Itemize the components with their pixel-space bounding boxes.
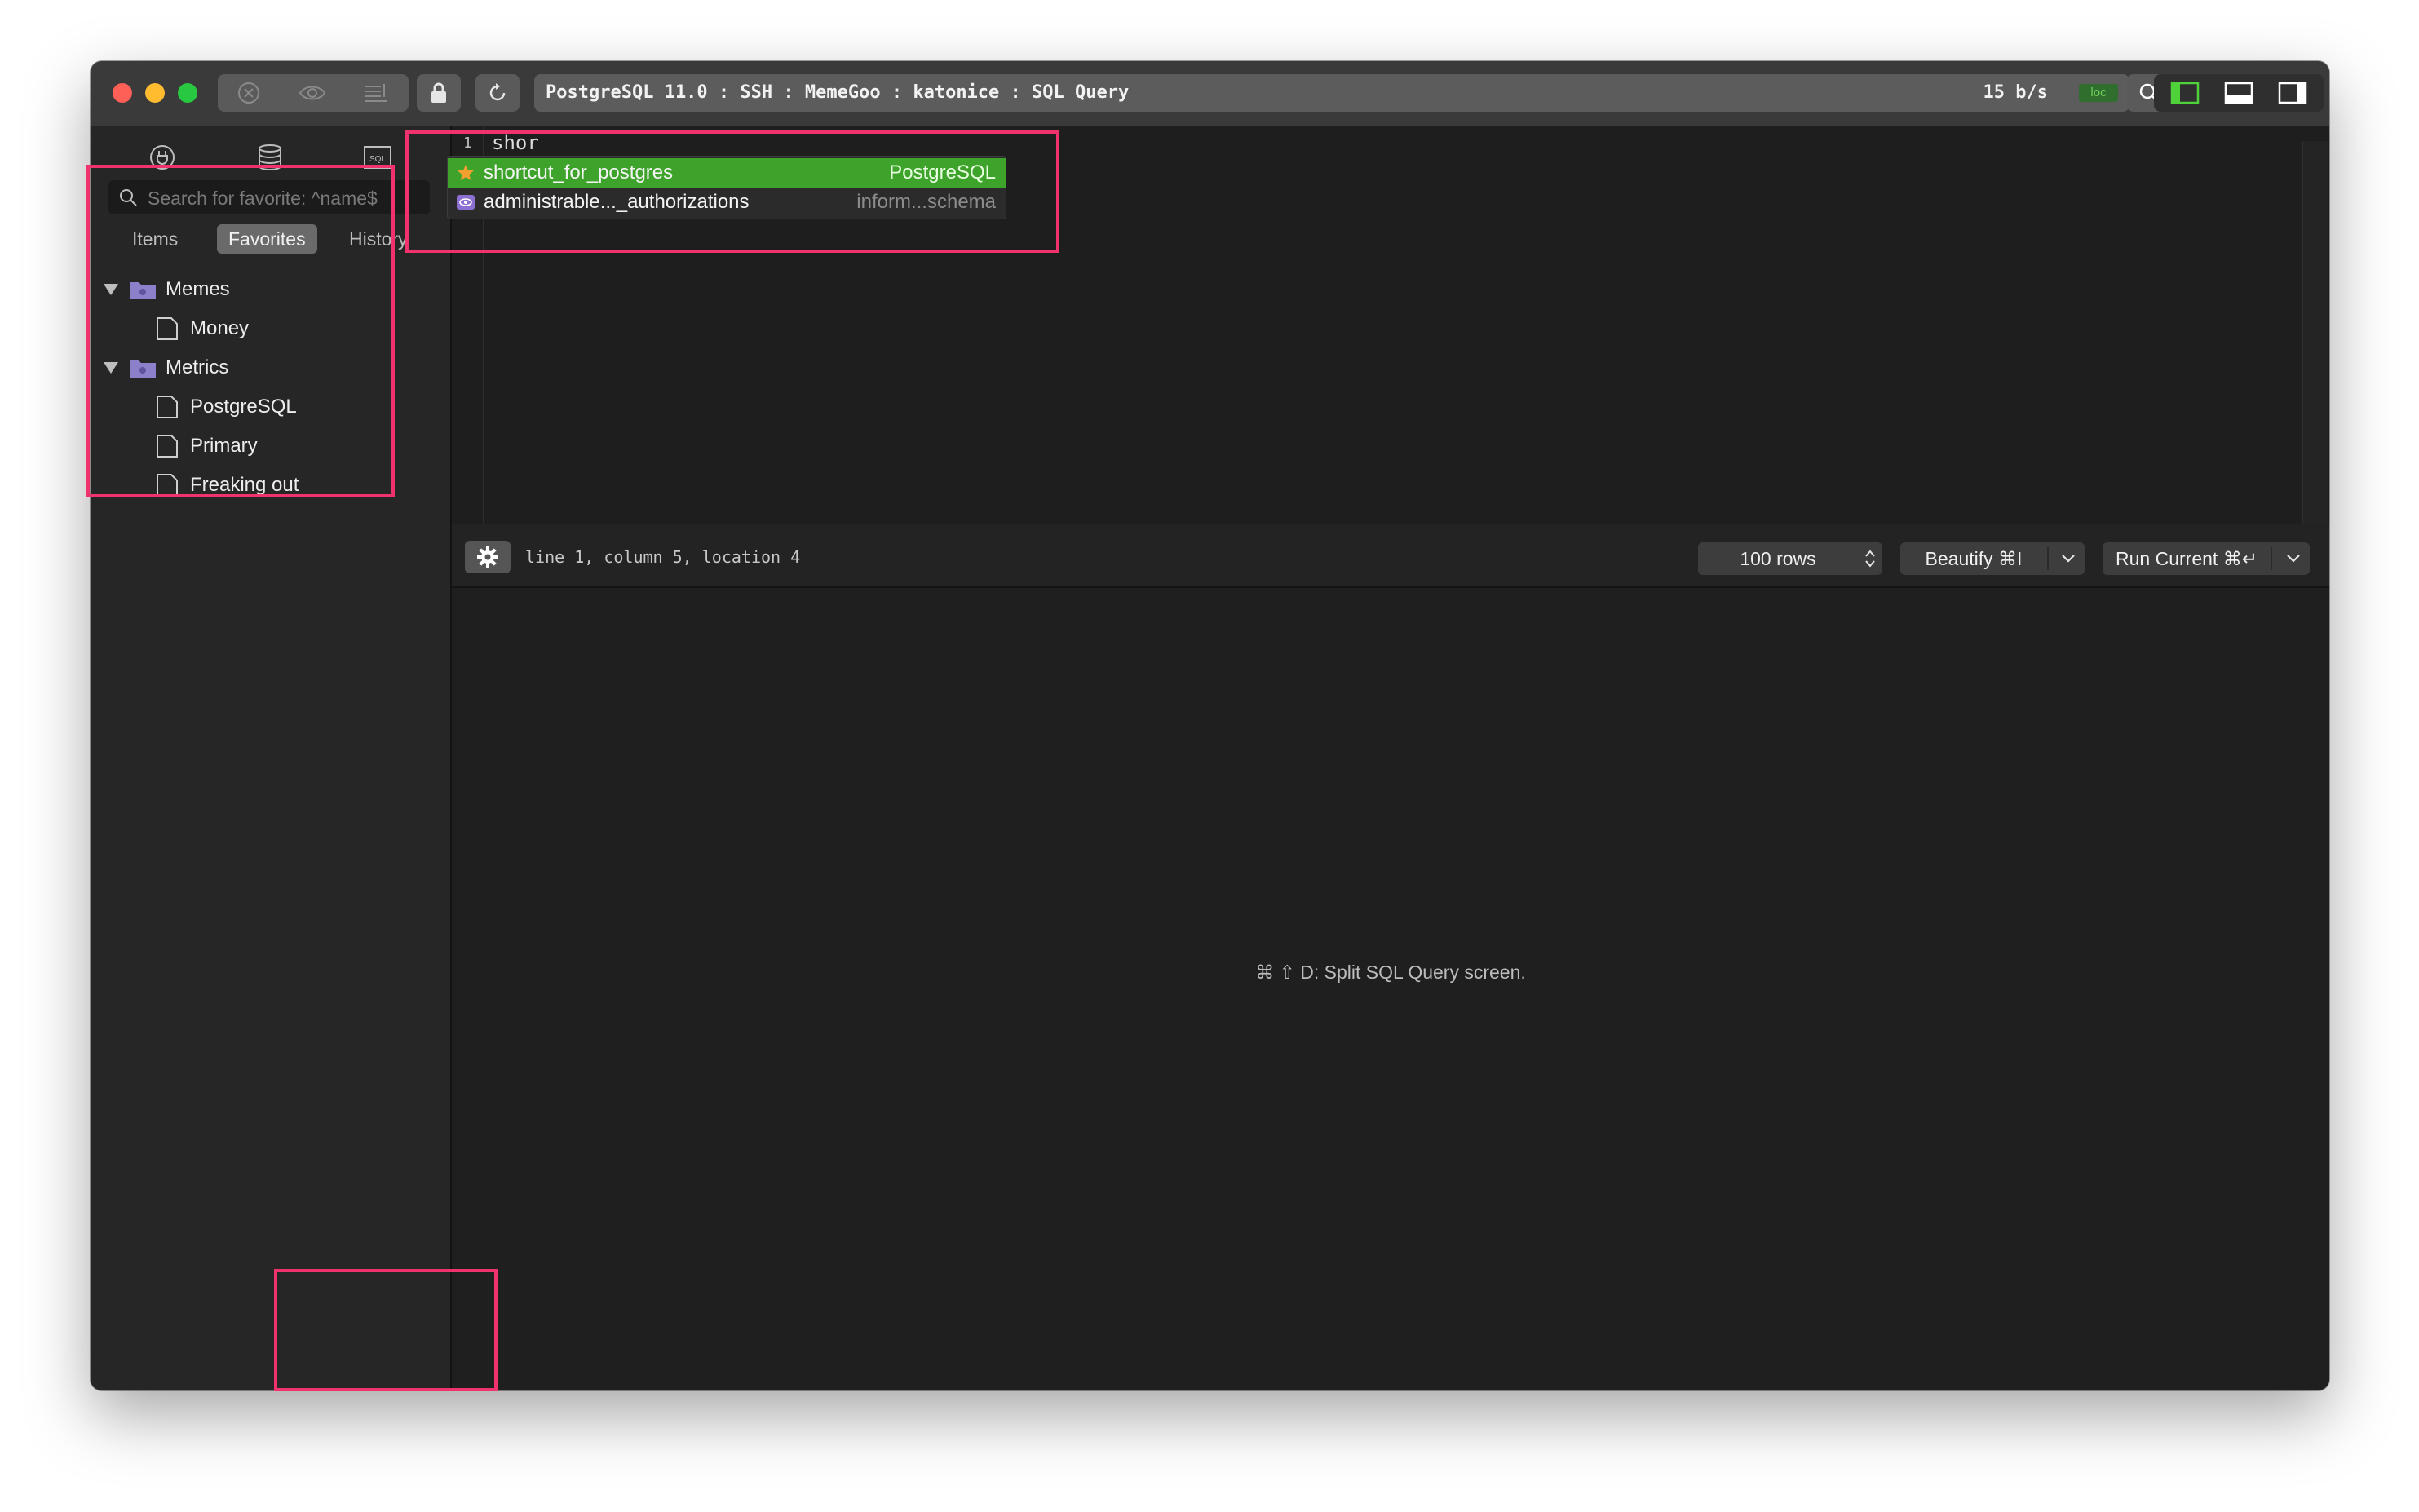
preview-button[interactable] bbox=[288, 74, 337, 112]
editor-scrollbar[interactable] bbox=[2302, 141, 2328, 533]
favorite-item[interactable]: Money bbox=[156, 311, 249, 347]
disclosure-triangle-icon[interactable] bbox=[104, 362, 118, 374]
favorite-folder[interactable]: Memes bbox=[104, 272, 230, 307]
favorite-label: Freaking out bbox=[190, 474, 299, 496]
refresh-button[interactable] bbox=[475, 74, 520, 112]
sql-editor[interactable]: 1 shor shortcut_for_postgres PostgreSQL … bbox=[447, 126, 2329, 591]
folder-label: Memes bbox=[166, 278, 230, 300]
right-panel-icon bbox=[2278, 82, 2307, 104]
file-icon bbox=[157, 435, 178, 458]
toolbar: PostgreSQL 11.0 : SSH : MemeGoo : katoni… bbox=[91, 61, 2329, 128]
favorites-search bbox=[108, 180, 430, 216]
chevron-down-icon[interactable] bbox=[2060, 552, 2076, 565]
autocomplete-item[interactable]: administrable..._authorizations inform..… bbox=[448, 188, 1006, 217]
favorite-label: PostgreSQL bbox=[190, 396, 297, 418]
stop-icon bbox=[238, 82, 259, 104]
star-icon bbox=[454, 161, 477, 184]
toggle-inspector-button[interactable] bbox=[2268, 74, 2317, 112]
sidebar: SQL Items Favorites History Memes Money … bbox=[91, 126, 452, 1390]
network-speed: 15 b/s bbox=[1983, 82, 2048, 103]
sql-file-icon: SQL bbox=[364, 146, 391, 169]
database-tab[interactable] bbox=[254, 141, 286, 174]
folder-label: Metrics bbox=[166, 356, 229, 378]
plug-icon bbox=[150, 145, 175, 170]
connection-address-bar[interactable]: PostgreSQL 11.0 : SSH : MemeGoo : katoni… bbox=[534, 74, 2129, 112]
sql-tab[interactable]: SQL bbox=[361, 141, 394, 174]
database-icon bbox=[259, 144, 281, 170]
connection-path: PostgreSQL 11.0 : SSH : MemeGoo : katoni… bbox=[546, 82, 1130, 103]
folder-icon bbox=[130, 360, 156, 378]
toggle-console-button[interactable] bbox=[2214, 74, 2263, 112]
eye-icon bbox=[299, 86, 326, 100]
favorites-search-input[interactable] bbox=[146, 180, 427, 216]
maximize-window-button[interactable] bbox=[178, 83, 197, 103]
app-window: PostgreSQL 11.0 : SSH : MemeGoo : katoni… bbox=[91, 61, 2329, 1390]
beautify-label: Beautify ⌘I bbox=[1925, 548, 2023, 569]
toggle-sidebar-button[interactable] bbox=[2160, 74, 2209, 112]
lock-button[interactable] bbox=[417, 74, 461, 112]
folder-icon bbox=[130, 282, 156, 299]
tab-items[interactable]: Items bbox=[121, 224, 189, 254]
chevron-down-icon[interactable] bbox=[2285, 552, 2302, 565]
file-icon bbox=[157, 317, 178, 340]
stop-button[interactable] bbox=[224, 74, 273, 112]
autocomplete-source: inform...schema bbox=[856, 191, 996, 213]
results-pane: ⌘ ⇧ D: Split SQL Query screen. bbox=[452, 588, 2329, 1390]
cursor-position: line 1, column 5, location 4 bbox=[525, 547, 801, 567]
autocomplete-source: PostgreSQL bbox=[889, 161, 996, 183]
left-panel-icon bbox=[2170, 82, 2200, 104]
split-screen-hint: ⌘ ⇧ D: Split SQL Query screen. bbox=[1255, 962, 1526, 983]
toolbar-action-group bbox=[218, 74, 409, 112]
file-icon bbox=[157, 396, 178, 418]
favorite-item[interactable]: Primary bbox=[156, 428, 258, 464]
connection-tab[interactable] bbox=[146, 141, 179, 174]
file-icon bbox=[157, 474, 178, 497]
row-limit-value: 100 rows bbox=[1740, 548, 1816, 569]
tab-history[interactable]: History bbox=[338, 224, 419, 254]
autocomplete-item[interactable]: shortcut_for_postgres PostgreSQL bbox=[448, 158, 1006, 188]
bottom-panel-icon bbox=[2224, 82, 2253, 104]
favorite-item[interactable]: PostgreSQL bbox=[156, 389, 297, 425]
autocomplete-name: administrable..._authorizations bbox=[484, 191, 750, 213]
run-current-label: Run Current ⌘↵ bbox=[2116, 548, 2258, 569]
favorite-label: Money bbox=[190, 317, 250, 339]
stepper-icon[interactable] bbox=[1864, 549, 1876, 568]
favorite-item[interactable]: Freaking out bbox=[156, 467, 299, 503]
tab-favorites[interactable]: Favorites bbox=[217, 224, 317, 254]
line-number: 1 bbox=[463, 135, 472, 152]
favorite-folder[interactable]: Metrics bbox=[104, 350, 228, 386]
row-limit-stepper[interactable]: 100 rows bbox=[1698, 542, 1882, 575]
run-current-button[interactable]: Run Current ⌘↵ bbox=[2103, 542, 2310, 575]
minimize-window-button[interactable] bbox=[145, 83, 165, 103]
gear-icon bbox=[477, 546, 498, 568]
list-icon bbox=[365, 84, 387, 102]
refresh-icon bbox=[489, 83, 506, 101]
editor-status-bar: line 1, column 5, location 4 100 rows Be… bbox=[452, 524, 2329, 588]
autocomplete-popup: shortcut_for_postgres PostgreSQL adminis… bbox=[447, 156, 1006, 219]
close-window-button[interactable] bbox=[113, 83, 132, 103]
editor-settings-button[interactable] bbox=[465, 541, 511, 573]
view-icon bbox=[454, 191, 477, 214]
svg-text:SQL: SQL bbox=[369, 155, 386, 164]
lock-icon bbox=[431, 82, 446, 103]
connection-badge: loc bbox=[2079, 84, 2118, 102]
favorite-label: Primary bbox=[190, 435, 258, 457]
query-text[interactable]: shor bbox=[492, 131, 539, 154]
layout-toggle-group bbox=[2154, 74, 2324, 112]
disclosure-triangle-icon[interactable] bbox=[104, 284, 118, 295]
commit-button[interactable] bbox=[352, 74, 400, 112]
search-icon bbox=[120, 189, 137, 206]
beautify-button[interactable]: Beautify ⌘I bbox=[1900, 542, 2085, 575]
autocomplete-name: shortcut_for_postgres bbox=[484, 161, 674, 183]
